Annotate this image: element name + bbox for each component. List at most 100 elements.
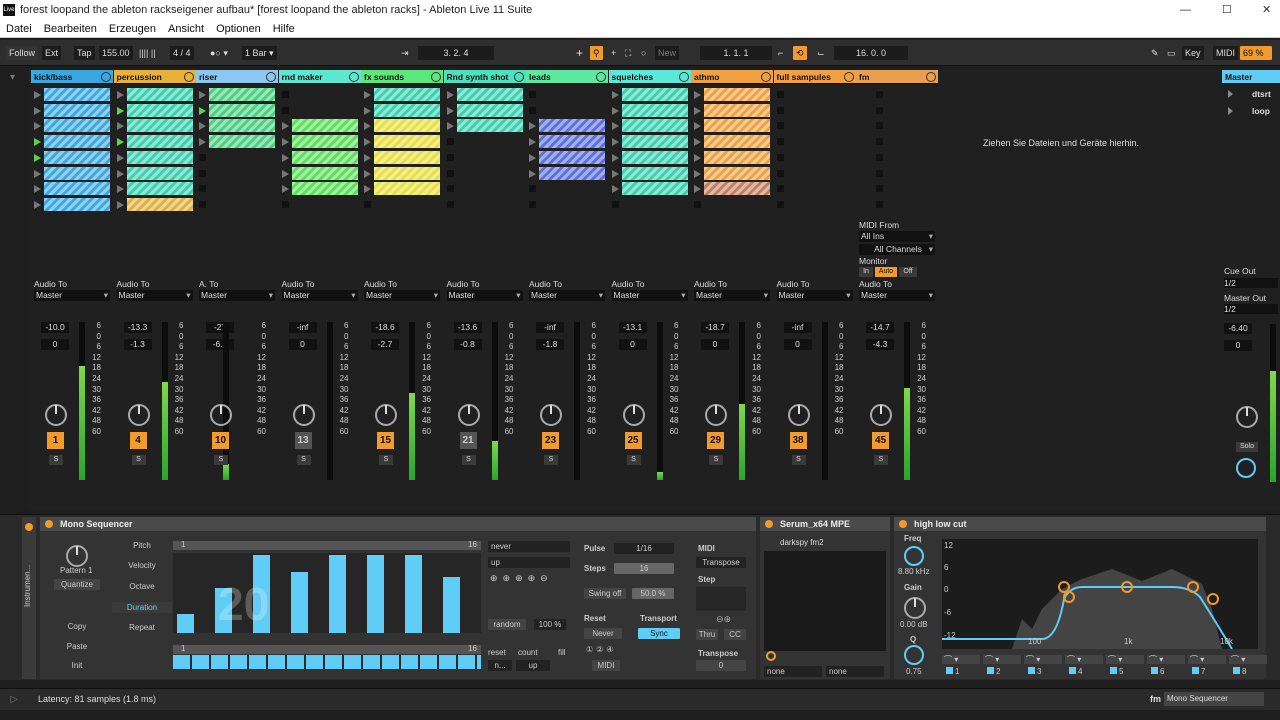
track-volume[interactable]: -27 [206,322,234,333]
track-header[interactable]: squelches [608,70,691,84]
solo-button[interactable]: S [49,455,63,465]
clip-launch-icon[interactable] [281,185,289,194]
reenable-automation-icon[interactable]: + [608,46,619,60]
clip-stop-icon[interactable] [876,200,883,208]
track-activator-button[interactable]: 25 [624,432,642,449]
clip-launch-icon[interactable] [529,122,536,131]
track-activator-button[interactable]: 10 [212,432,229,449]
device-on-icon[interactable] [45,520,53,528]
clip-stop-icon[interactable] [446,185,454,193]
track-fold-icon[interactable] [596,72,606,82]
track-volume[interactable]: -18.7 [701,322,729,333]
clip-launch-icon[interactable] [364,122,371,131]
clip-stop-icon[interactable] [446,153,454,161]
session-record-icon[interactable]: ○ [638,46,649,60]
sync-button[interactable]: Sync [638,628,680,639]
metronome-icon[interactable]: |||| || [136,46,159,60]
track-header[interactable]: athmo [691,70,773,84]
clip-launch-icon[interactable] [116,185,124,194]
clip[interactable] [374,135,440,149]
capture-icon[interactable]: ⛶ [622,46,634,60]
clip[interactable] [704,182,770,196]
pan-knob[interactable] [457,404,480,426]
track-pan[interactable]: -1.8 [536,339,564,350]
band-on-icon[interactable] [946,667,953,674]
solo-button[interactable]: S [709,455,723,465]
freq-knob[interactable] [904,546,924,566]
loop-start-field[interactable]: 1. 1. 1 [700,46,772,60]
midi-input-select[interactable]: All Ins [859,231,935,242]
clip[interactable] [126,182,193,196]
serum-preset[interactable]: darkspy fm2 [780,538,824,547]
step-bar[interactable] [329,555,346,633]
quantize-button[interactable]: Quantize [54,579,100,590]
clip-stop-icon[interactable] [776,200,784,208]
clip-stop-icon[interactable] [876,91,883,98]
clip-launch-icon[interactable] [446,91,454,99]
band-on-icon[interactable] [1028,667,1035,674]
clip-launch-icon[interactable] [34,106,41,115]
eq-band[interactable]: ⌒ ▾ 4 [1065,655,1103,676]
clip-stop-icon[interactable] [529,91,536,98]
status-device[interactable]: Mono Sequencer [1164,692,1264,706]
serum-select-2[interactable]: none [826,666,884,677]
pan-knob[interactable] [787,404,810,426]
track-header[interactable]: kick/bass [31,70,113,84]
reset-never-button[interactable]: Never [584,628,622,639]
clip[interactable] [126,197,193,211]
clip[interactable] [126,150,193,164]
clip-stop-icon[interactable] [776,106,784,114]
track-header[interactable]: Rnd synth shot [443,70,526,84]
reset-count-icons[interactable]: ①②④ [586,645,617,654]
device-on-icon[interactable] [899,520,907,528]
clip[interactable] [704,135,770,149]
clip-launch-icon[interactable] [446,106,454,115]
clip[interactable] [374,150,440,164]
midi-channel-select[interactable]: All Channels [859,244,935,255]
track-activator-button[interactable]: 23 [542,432,559,449]
clip-stop-icon[interactable] [776,169,784,177]
master-pan-knob[interactable] [1236,406,1258,428]
clip-launch-icon[interactable] [34,200,41,209]
mode-pitch[interactable]: Pitch [112,540,172,551]
output-select[interactable]: Master [116,290,193,301]
clip[interactable] [126,135,193,149]
clip-stop-icon[interactable] [281,106,289,114]
menu-optionen[interactable]: Optionen [216,23,261,35]
solo-button[interactable]: S [791,455,806,465]
clip[interactable] [704,119,770,133]
track-activator-button[interactable]: 15 [377,432,394,449]
track-header[interactable]: full sampules [773,70,856,84]
track-header[interactable]: fx sounds [361,70,443,84]
eq-band[interactable]: ⌒ ▾ 6 [1147,655,1185,676]
band-on-icon[interactable] [1192,667,1199,674]
rack-activator-icon[interactable] [25,523,33,531]
band-on-icon[interactable] [1110,667,1117,674]
clip-launch-icon[interactable] [281,138,289,147]
clip[interactable] [44,135,110,149]
clip-stop-icon[interactable] [876,153,883,161]
draw-mode-icon[interactable]: ✎ [1148,46,1162,60]
track-header[interactable]: rnd maker [278,70,361,84]
step-bar[interactable] [367,555,384,633]
clip-launch-icon[interactable] [364,138,371,147]
band-type-select[interactable]: ⌒ ▾ [1024,655,1062,664]
clip-launch-icon[interactable] [364,185,371,194]
master-header[interactable]: Master [1222,70,1280,84]
clip[interactable] [539,119,605,133]
mode-duration[interactable]: Duration [112,602,172,613]
solo-button[interactable]: S [131,455,146,465]
menu-hilfe[interactable]: Hilfe [273,23,295,35]
clip[interactable] [44,119,110,133]
track-header[interactable]: leads [526,70,608,84]
clip-launch-icon[interactable] [611,122,619,131]
track-fold-icon[interactable] [926,72,936,82]
master-pan[interactable]: 0 [1224,340,1252,351]
scene-name[interactable]: loop [1252,106,1270,116]
output-select[interactable]: Master [199,290,275,301]
track-fold-icon[interactable] [678,72,689,82]
clip[interactable] [539,150,605,164]
eq-band[interactable]: ⌒ ▾ 5 [1106,655,1144,676]
clip-stop-icon[interactable] [199,153,206,161]
mode-velocity[interactable]: Velocity [112,560,172,571]
